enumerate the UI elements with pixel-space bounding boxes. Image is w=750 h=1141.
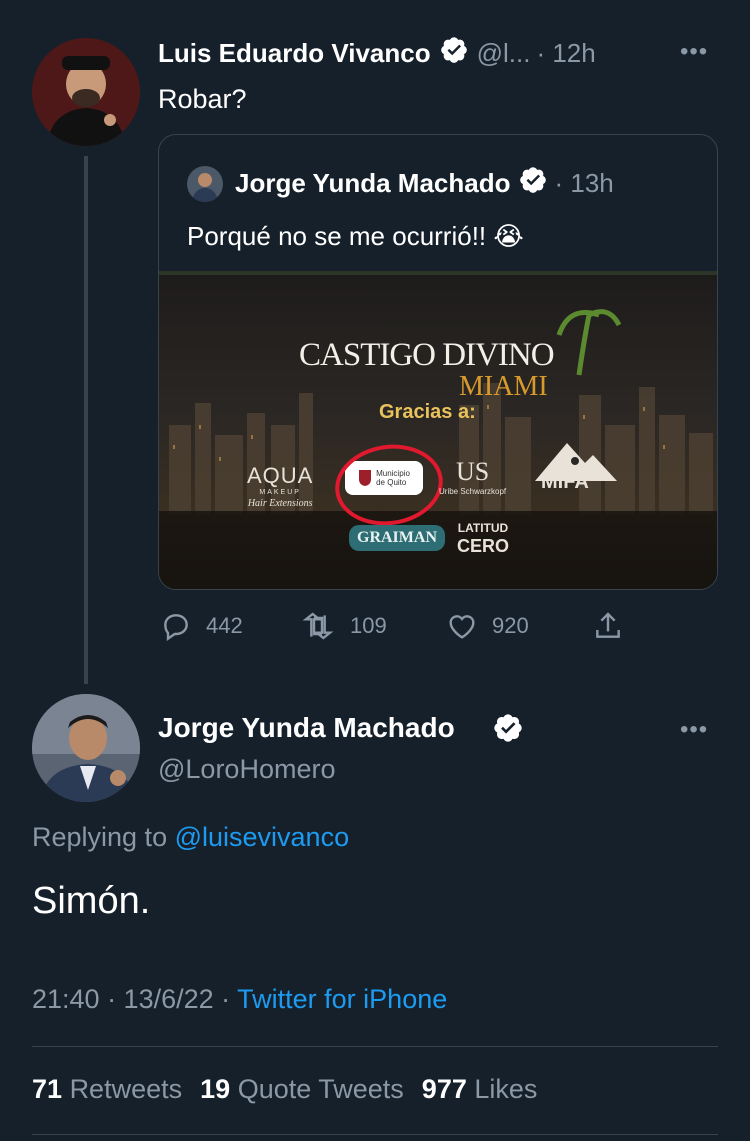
replying-to-handle[interactable]: @luisevivanco (175, 822, 350, 852)
quote-tweets-stat[interactable]: 19 Quote Tweets (200, 1074, 404, 1105)
retweet-action[interactable]: 109 (300, 610, 387, 642)
author-handle[interactable]: @LoroHomero (158, 754, 335, 785)
logo-aqua-text: AQUA (247, 463, 314, 488)
quote-text: Porqué no se me ocurrió!! 😭 (187, 221, 524, 251)
retweets-label: Retweets (69, 1074, 183, 1104)
quote-avatar (187, 165, 223, 202)
quote-image[interactable]: CASTIGO DIVINO MIAMI Gracias a: AQUA MAK… (159, 271, 717, 589)
poster-thanks: Gracias a: (379, 401, 476, 423)
logo-latitud-line1: LATITUD (457, 521, 509, 535)
verified-badge-icon (492, 712, 524, 749)
tweet-text: Simón. (32, 880, 151, 922)
reply-count: 442 (206, 613, 243, 638)
share-action[interactable] (592, 610, 624, 642)
logo-aqua-sub: MAKEUP (259, 489, 301, 496)
quote-header: Jorge Yunda Machado · 13h (187, 165, 614, 202)
divider (32, 1134, 718, 1135)
likes-count: 977 (421, 1074, 467, 1104)
engagement-stats: 71 Retweets 19 Quote Tweets 977 Likes (32, 1074, 537, 1105)
logo-mifa-text: MIFA (541, 471, 589, 493)
quote-author-name: Jorge Yunda Machado (235, 168, 511, 198)
likes-label: Likes (474, 1074, 538, 1104)
tweet-timestamp[interactable]: 21:40 · 13/6/22 · (32, 984, 230, 1014)
avatar-luis-image (32, 38, 140, 146)
tweet-header: Luis Eduardo Vivanco @l... · 12h (158, 34, 596, 72)
replying-to: Replying to @luisevivanco (32, 822, 349, 853)
logo-graiman: GRAIMAN (349, 525, 445, 551)
author-handle[interactable]: @l... (477, 38, 531, 69)
tweet-meta: 21:40 · 13/6/22 · Twitter for iPhone (32, 984, 447, 1015)
quote-time: · 13h (554, 168, 614, 198)
retweet-count: 109 (350, 613, 387, 638)
quote-tweets-label: Quote Tweets (237, 1074, 404, 1104)
tweet-time[interactable]: · 12h (536, 38, 595, 69)
author-name[interactable]: Luis Eduardo Vivanco (158, 38, 431, 69)
tweet-source[interactable]: Twitter for iPhone (237, 984, 447, 1014)
logo-uribe-mark: US (455, 457, 490, 486)
verified-badge-icon (518, 165, 548, 202)
logo-aqua: AQUA MAKEUP Hair Extensions (247, 463, 313, 509)
more-options-icon[interactable]: ••• (680, 38, 708, 66)
author-name[interactable]: Jorge Yunda Machado (158, 712, 455, 744)
replying-prefix: Replying to (32, 822, 168, 852)
quoted-tweet[interactable]: Jorge Yunda Machado · 13h Porqué no se m… (158, 134, 718, 590)
logo-mifa: MIFA (531, 441, 621, 501)
quote-tweets-count: 19 (200, 1074, 231, 1104)
logo-latitud-line2: CERO (457, 536, 510, 556)
share-icon (596, 612, 620, 638)
divider (32, 1046, 718, 1047)
more-options-icon[interactable]: ••• (680, 716, 708, 744)
logo-latitud: LATITUD CERO (457, 519, 509, 555)
reply-action[interactable]: 442 (160, 610, 243, 642)
logo-uribe: US Uribe Schwarzkopf (439, 457, 506, 496)
avatar[interactable] (32, 38, 140, 146)
like-count: 920 (492, 613, 529, 638)
retweets-count: 71 (32, 1074, 63, 1104)
logo-graiman-text: GRAIMAN (357, 529, 437, 546)
heart-icon (449, 615, 475, 639)
tweet-text: Robar? (158, 84, 247, 114)
retweets-stat[interactable]: 71 Retweets (32, 1074, 182, 1105)
logo-uribe-text: Uribe Schwarzkopf (439, 487, 507, 496)
poster-subtitle: MIAMI (459, 371, 548, 402)
like-action[interactable]: 920 (446, 610, 529, 642)
avatar-jorge-image (32, 694, 140, 802)
avatar[interactable] (32, 694, 140, 802)
retweet-icon (302, 612, 334, 640)
reply-icon (164, 614, 188, 641)
thread-line (84, 156, 88, 684)
poster-title: CASTIGO DIVINO (299, 337, 555, 373)
verified-badge-icon (439, 35, 469, 72)
likes-stat[interactable]: 977 Likes (422, 1074, 538, 1105)
logo-aqua-script: Hair Extensions (247, 498, 313, 509)
